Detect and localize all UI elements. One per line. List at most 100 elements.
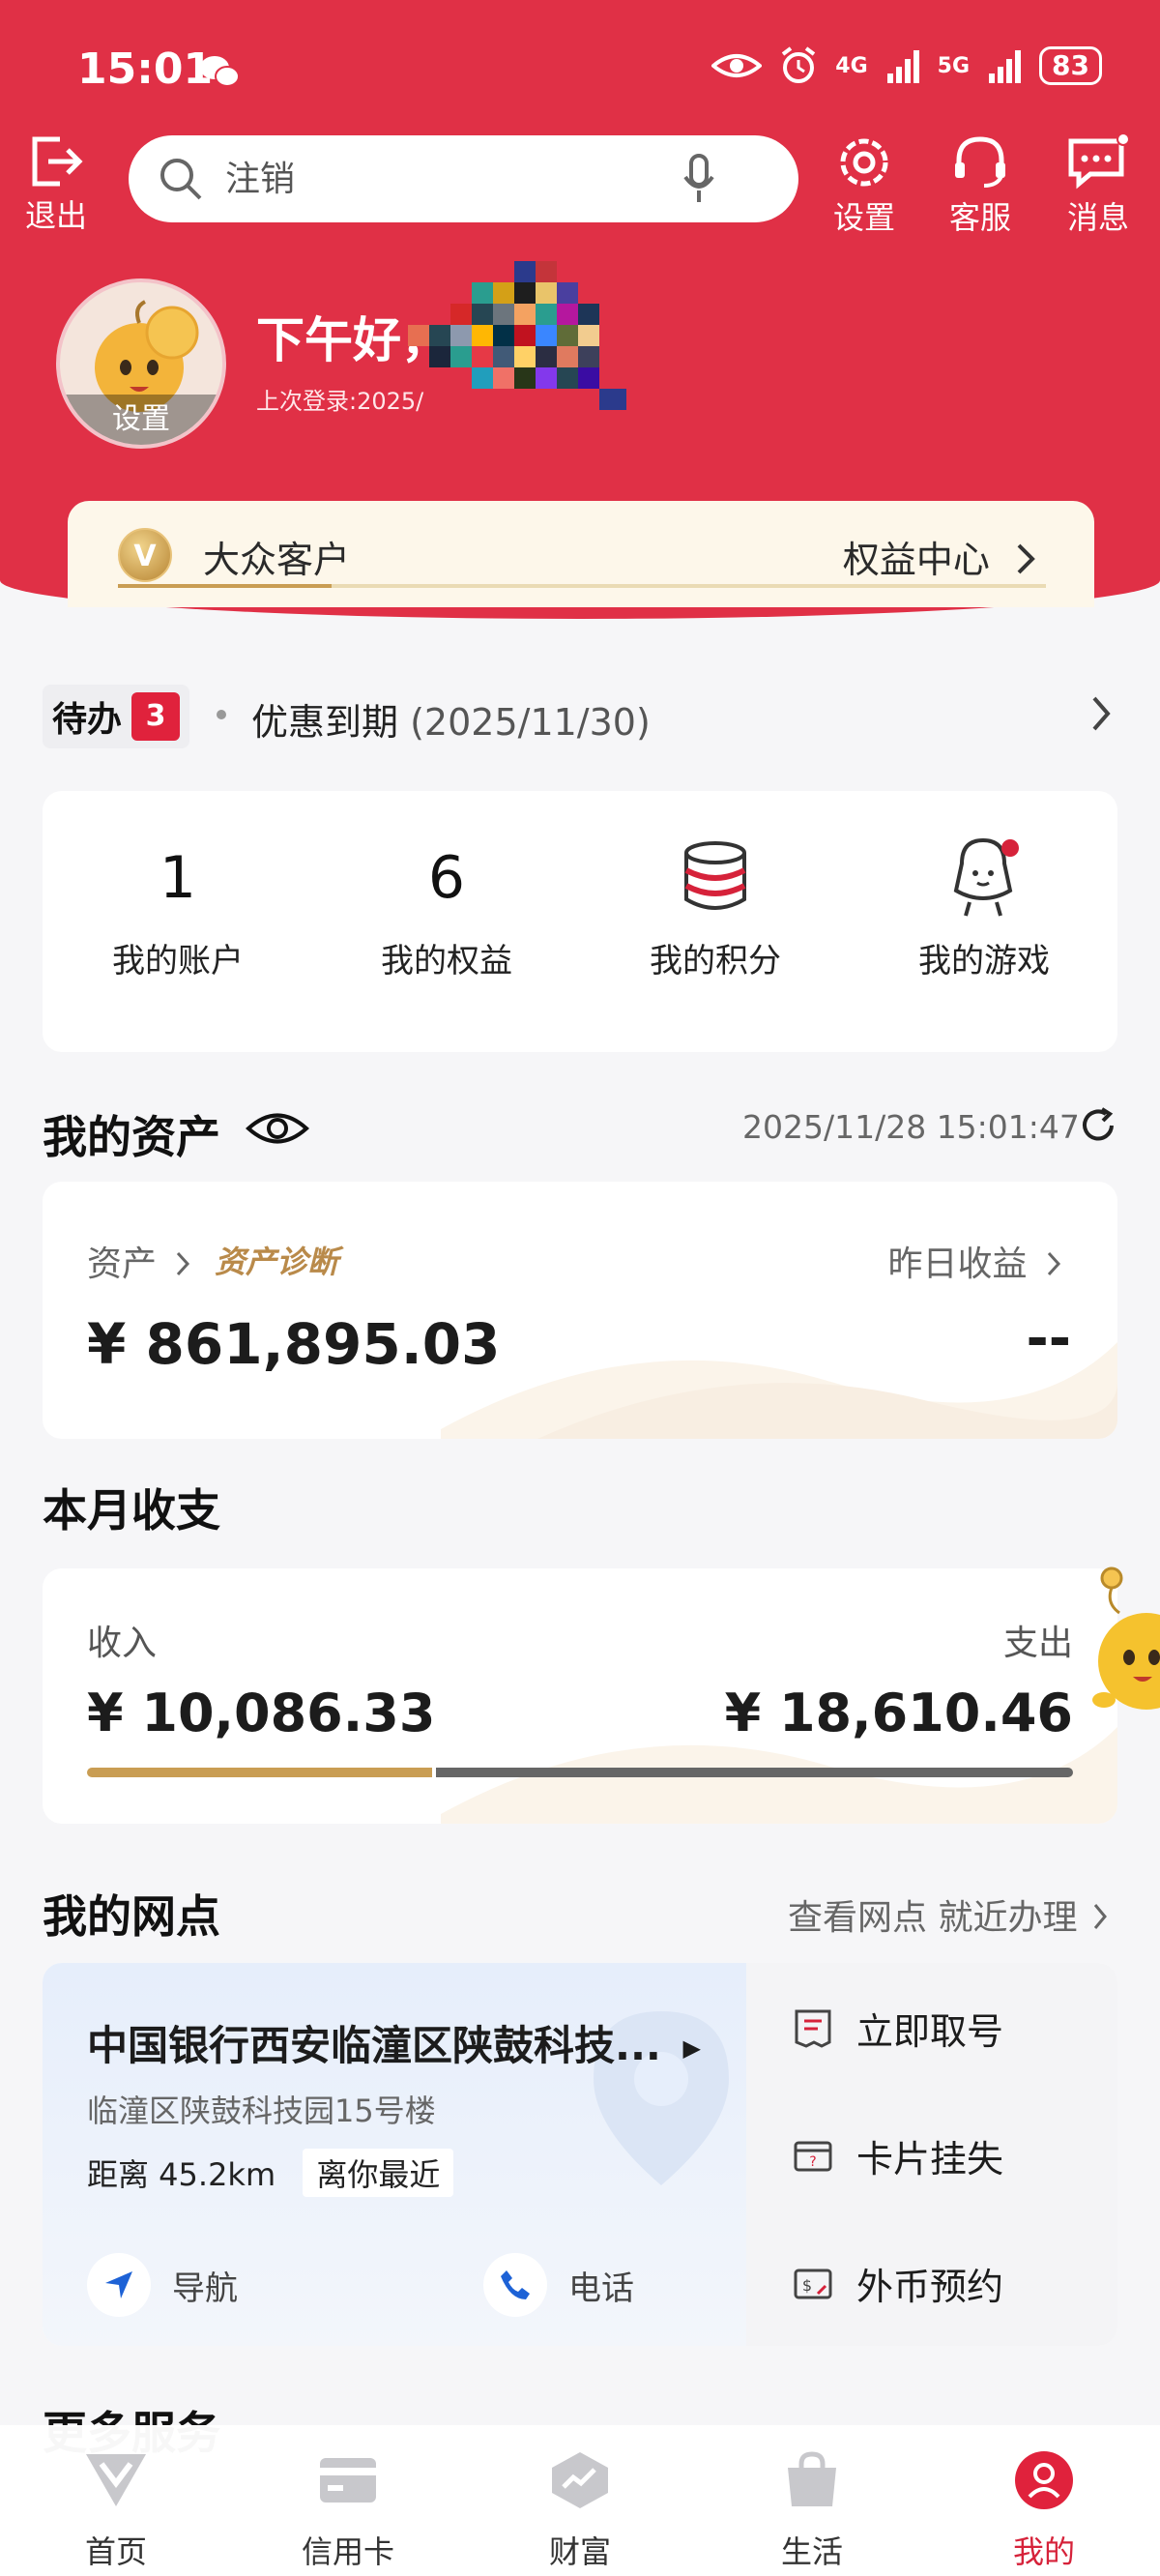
branch-name-text: 中国银行西安临潼区陕鼓科技... [87,2022,661,2069]
my-games[interactable]: 我的游戏 [878,830,1090,981]
network-4g: 4G [835,53,868,78]
customer-service-button[interactable]: 客服 [949,133,1011,238]
tab-life[interactable]: 生活 [735,2450,889,2572]
tab-life-label: 生活 [780,2533,843,2570]
take-number-button[interactable]: 立即取号 [793,2002,1003,2055]
monthly-flow-card[interactable]: 收入 支出 ¥ 10,086.33 ¥ 18,610.46 [43,1568,1117,1824]
nearest-tag: 离你最近 [303,2149,454,2197]
credit-card-icon [320,2458,376,2503]
branch-distance-row: 距离 45.2km 离你最近 [87,2149,454,2197]
bullet-dot [217,710,226,719]
income-bar [87,1768,432,1777]
status-bar: 15:01 4G 5G 83 [0,39,1160,106]
branch-info[interactable]: 中国银行西安临潼区陕鼓科技... ▶ 临潼区陕鼓科技园15号楼 距离 45.2k… [43,1963,746,2346]
benefits-label: 我的权益 [381,942,512,981]
todo-item[interactable]: 优惠到期 (2025/11/30) [251,692,651,746]
todo-item-date: (2025/11/30) [410,701,651,744]
eye-icon [711,54,763,77]
search-input[interactable] [225,159,680,199]
card-loss-label: 卡片挂失 [856,2138,1004,2181]
points-label: 我的积分 [650,942,781,981]
membership-progress-fill [118,584,332,588]
expense-bar [436,1768,1073,1777]
benefits-center-label: 权益中心 [842,539,990,581]
branch-name[interactable]: 中国银行西安临潼区陕鼓科技... ▶ [87,2013,701,2072]
assets-section-title: 我的资产 [43,1111,220,1163]
asset-diagnosis-link[interactable]: 资产诊断 [215,1238,338,1282]
profile-icon [1015,2451,1073,2509]
search-icon [160,159,202,200]
wechat-icon [200,56,240,87]
my-points[interactable]: 我的积分 [609,830,822,981]
expense-label: 支出 [1002,1624,1073,1663]
tab-credit-card[interactable]: 信用卡 [271,2450,425,2572]
avatar[interactable]: 设置 [56,278,226,449]
chevron-right-icon[interactable] [1090,694,1112,733]
my-accounts[interactable]: 1 我的账户 [72,830,284,981]
accounts-label: 我的账户 [112,942,244,981]
mascot-floating-icon[interactable] [1087,1565,1160,1748]
logout-icon [32,136,83,187]
messages-button[interactable]: 消息 [1065,133,1131,238]
navigate-label: 导航 [172,2269,238,2308]
search-bar[interactable] [129,135,798,222]
yesterday-earnings-value: -- [1026,1307,1071,1370]
tab-mine[interactable]: 我的 [967,2450,1121,2572]
call-button[interactable]: 电话 [483,2253,634,2317]
logout-label: 退出 [25,197,88,234]
view-branches-link[interactable]: 查看网点 就近办理 [788,1889,1108,1940]
todo-label: 待办 [52,700,123,740]
assets-timestamp: 2025/11/28 15:01:47 [742,1108,1080,1146]
membership-card[interactable]: V 大众客户 权益中心 [68,501,1094,607]
monthly-section-title: 本月收支 [43,1484,220,1537]
take-number-label: 立即取号 [856,2010,1004,2053]
todo-tag[interactable]: 待办 3 [43,685,190,748]
navigate-button[interactable]: 导航 [87,2253,238,2317]
view-branches-label: 查看网点 就近办理 [788,1898,1078,1938]
currency-booking-button[interactable]: $ 外币预约 [793,2257,1003,2310]
top-bar: 退出 设置 客服 消息 [0,133,1160,240]
battery-indicator: 83 [1039,46,1102,85]
vip-badge-icon: V [118,528,172,582]
refresh-icon[interactable] [1079,1106,1117,1145]
todo-count-badge: 3 [131,692,181,741]
settings-button[interactable]: 设置 [833,133,895,238]
branch-services: 立即取号 ? 卡片挂失 $ 外币预约 [746,1963,1117,2346]
benefits-count: 6 [427,844,466,912]
eye-icon[interactable] [246,1108,309,1149]
branch-distance: 距离 45.2km [87,2156,276,2193]
yesterday-earnings-label: 昨日收益 [887,1244,1028,1284]
bottom-tab-bar: 首页 信用卡 财富 生活 我的 [0,2425,1160,2576]
branch-address: 临潼区陕鼓科技园15号楼 [87,2093,436,2129]
decorative-wave [441,1342,1117,1439]
signal-icon-2 [989,50,1022,83]
assets-link[interactable]: 资产 [87,1236,190,1286]
tab-home-label: 首页 [84,2533,147,2570]
chevron-right-icon [1093,1904,1107,1929]
card-loss-button[interactable]: ? 卡片挂失 [793,2129,1003,2182]
card-question-icon: ? [794,2141,832,2171]
mascot-game-icon [953,837,1019,917]
my-benefits[interactable]: 6 我的权益 [340,830,553,981]
navigate-icon [87,2253,151,2317]
headset-icon [955,136,1005,188]
currency-booking-label: 外币预约 [856,2266,1004,2308]
tab-mine-label: 我的 [1012,2533,1075,2570]
accounts-count: 1 [159,844,197,912]
service-label: 客服 [949,199,1012,236]
quick-stats-card: 1 我的账户 6 我的权益 我的积分 我的游戏 [43,791,1117,1052]
assets-card: 资产 资产诊断 昨日收益 ¥ 861,895.03 -- [43,1182,1117,1439]
tab-credit-card-label: 信用卡 [301,2533,394,2570]
chevron-right-icon [177,1251,190,1276]
status-time: 15:01 [77,44,214,94]
pixelated-redaction [408,261,626,410]
income-amount: ¥ 10,086.33 [87,1683,436,1743]
tab-home[interactable]: 首页 [39,2450,193,2572]
tab-wealth[interactable]: 财富 [503,2450,657,2572]
microphone-icon[interactable] [680,152,718,206]
logout-button[interactable]: 退出 [25,133,87,236]
svg-text:?: ? [809,2154,816,2170]
benefits-center-link[interactable]: 权益中心 [843,530,1036,583]
yesterday-earnings-link[interactable]: 昨日收益 [888,1236,1061,1286]
svg-text:$: $ [802,2276,812,2295]
